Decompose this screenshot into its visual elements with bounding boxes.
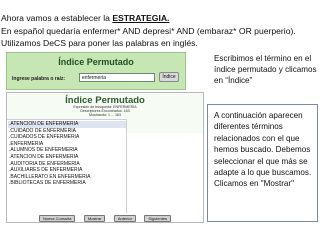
- intro-text: Ahora vamos a establecer la ESTRATEGIA. …: [1, 12, 319, 50]
- descriptor-list[interactable]: .ATENCION DE ENFERMERIA .CUIDADO DE ENFE…: [7, 119, 127, 213]
- list-item[interactable]: .CUIDADO DE ENFERMERIA: [8, 128, 126, 135]
- list-item[interactable]: .AUDITORIA DE ENFERMERIA: [8, 161, 126, 168]
- list-item[interactable]: .BACHILLERATO EN ENFERMERIA: [8, 174, 126, 181]
- previous-button[interactable]: Anterior: [113, 215, 136, 222]
- list-item[interactable]: .ATENCION DE ENFERMERIA: [8, 121, 126, 128]
- callout-instruction-1: Escribimos el término en el índice permu…: [214, 54, 317, 86]
- new-query-button[interactable]: Nueva Consulta: [38, 215, 76, 222]
- results-info-line: Mostrando: 1 ... 163: [89, 113, 121, 118]
- permuted-index-results-panel: Índice Permutado Expresión de búsqueda: …: [6, 92, 204, 223]
- callout-instruction-2: A continuación aparecen diferentes térmi…: [207, 104, 318, 222]
- intro-line-3: Utilizamos DeCS para poner las palabras …: [1, 38, 198, 48]
- list-item[interactable]: .ALUMNOS DE ENFERMERIA: [8, 147, 126, 154]
- list-item[interactable]: .ENFERMERIA: [8, 141, 126, 148]
- next-button[interactable]: Siguientes: [144, 215, 172, 222]
- search-input[interactable]: [79, 73, 155, 82]
- list-item[interactable]: .BIBLIOTECAS DE ENFERMERIA: [8, 180, 126, 187]
- search-panel-title: Índice Permutado: [58, 57, 134, 67]
- show-button[interactable]: Mostrar: [83, 215, 106, 222]
- results-button-row: Nueva Consulta Mostrar Anterior Siguient…: [7, 215, 203, 224]
- strategy-keyword: ESTRATEGIA.: [112, 13, 170, 23]
- index-button[interactable]: Índice: [159, 72, 179, 82]
- results-info: Expresión de búsqueda: ENFERMERIA Descri…: [7, 105, 203, 118]
- list-item[interactable]: .CUIDADOS DE ENFERMERIA: [8, 134, 126, 141]
- list-item[interactable]: .AUXILIARES DE ENFERMERIA: [8, 167, 126, 174]
- callout-2-text: A continuación aparecen diferentes térmi…: [214, 111, 312, 189]
- intro-line-2: En español quedaría enfermer* AND depres…: [1, 25, 296, 36]
- permuted-index-search-panel: Índice Permutado Ingrese palabra o raíz:…: [6, 52, 186, 90]
- search-label: Ingrese palabra o raíz:: [12, 76, 66, 82]
- list-item[interactable]: .ATENCION DE ENFERMERIA: [8, 154, 126, 161]
- intro-line-1: Ahora vamos a establecer la ESTRATEGIA.: [1, 13, 170, 23]
